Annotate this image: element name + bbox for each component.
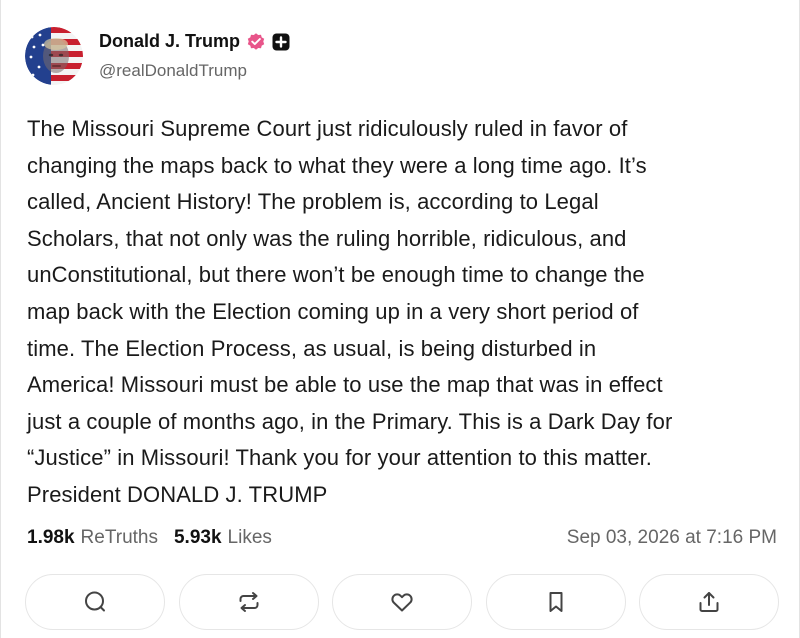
bookmark-button[interactable]	[485, 574, 626, 630]
author-handle[interactable]: @realDonaldTrump	[99, 61, 290, 81]
verified-badge-icon	[246, 32, 266, 52]
avatar[interactable]	[25, 27, 83, 85]
post-timestamp[interactable]: Sep 03, 2026 at 7:16 PM	[567, 527, 777, 549]
retruth-icon	[239, 592, 258, 612]
post-body: The Missouri Supreme Court just ridiculo…	[27, 116, 673, 507]
author-identity: Donald J. Trump @realDonaldTrump	[99, 28, 290, 81]
plus-badge-icon	[272, 33, 290, 51]
retruths-label: ReTruths	[80, 527, 158, 548]
retruths-stat[interactable]: 1.98k ReTruths	[27, 527, 158, 549]
post-card: Donald J. Trump @realDonaldTrump The Mis…	[0, 0, 800, 638]
bookmark-icon	[549, 592, 562, 612]
flag-portrait-avatar-icon	[25, 27, 83, 85]
heart-icon	[391, 593, 413, 612]
author-name-row: Donald J. Trump	[99, 28, 290, 56]
post-actions	[25, 574, 779, 630]
likes-count: 5.93k	[173, 527, 222, 548]
retruths-count: 1.98k	[27, 527, 75, 548]
post-header: Donald J. Trump @realDonaldTrump	[25, 24, 290, 88]
likes-stat[interactable]: 5.93k Likes	[174, 527, 272, 549]
reply-icon	[85, 591, 105, 612]
post-stats: 1.98k ReTruths 5.93k Likes Sep 03, 2026 …	[27, 525, 777, 551]
reply-button[interactable]	[25, 574, 165, 630]
author-display-name[interactable]: Donald J. Trump	[99, 31, 240, 52]
share-icon	[699, 592, 719, 612]
likes-label: Likes	[227, 527, 272, 548]
like-button[interactable]	[332, 574, 472, 630]
retruth-button[interactable]	[178, 574, 319, 630]
share-button[interactable]	[639, 574, 779, 630]
